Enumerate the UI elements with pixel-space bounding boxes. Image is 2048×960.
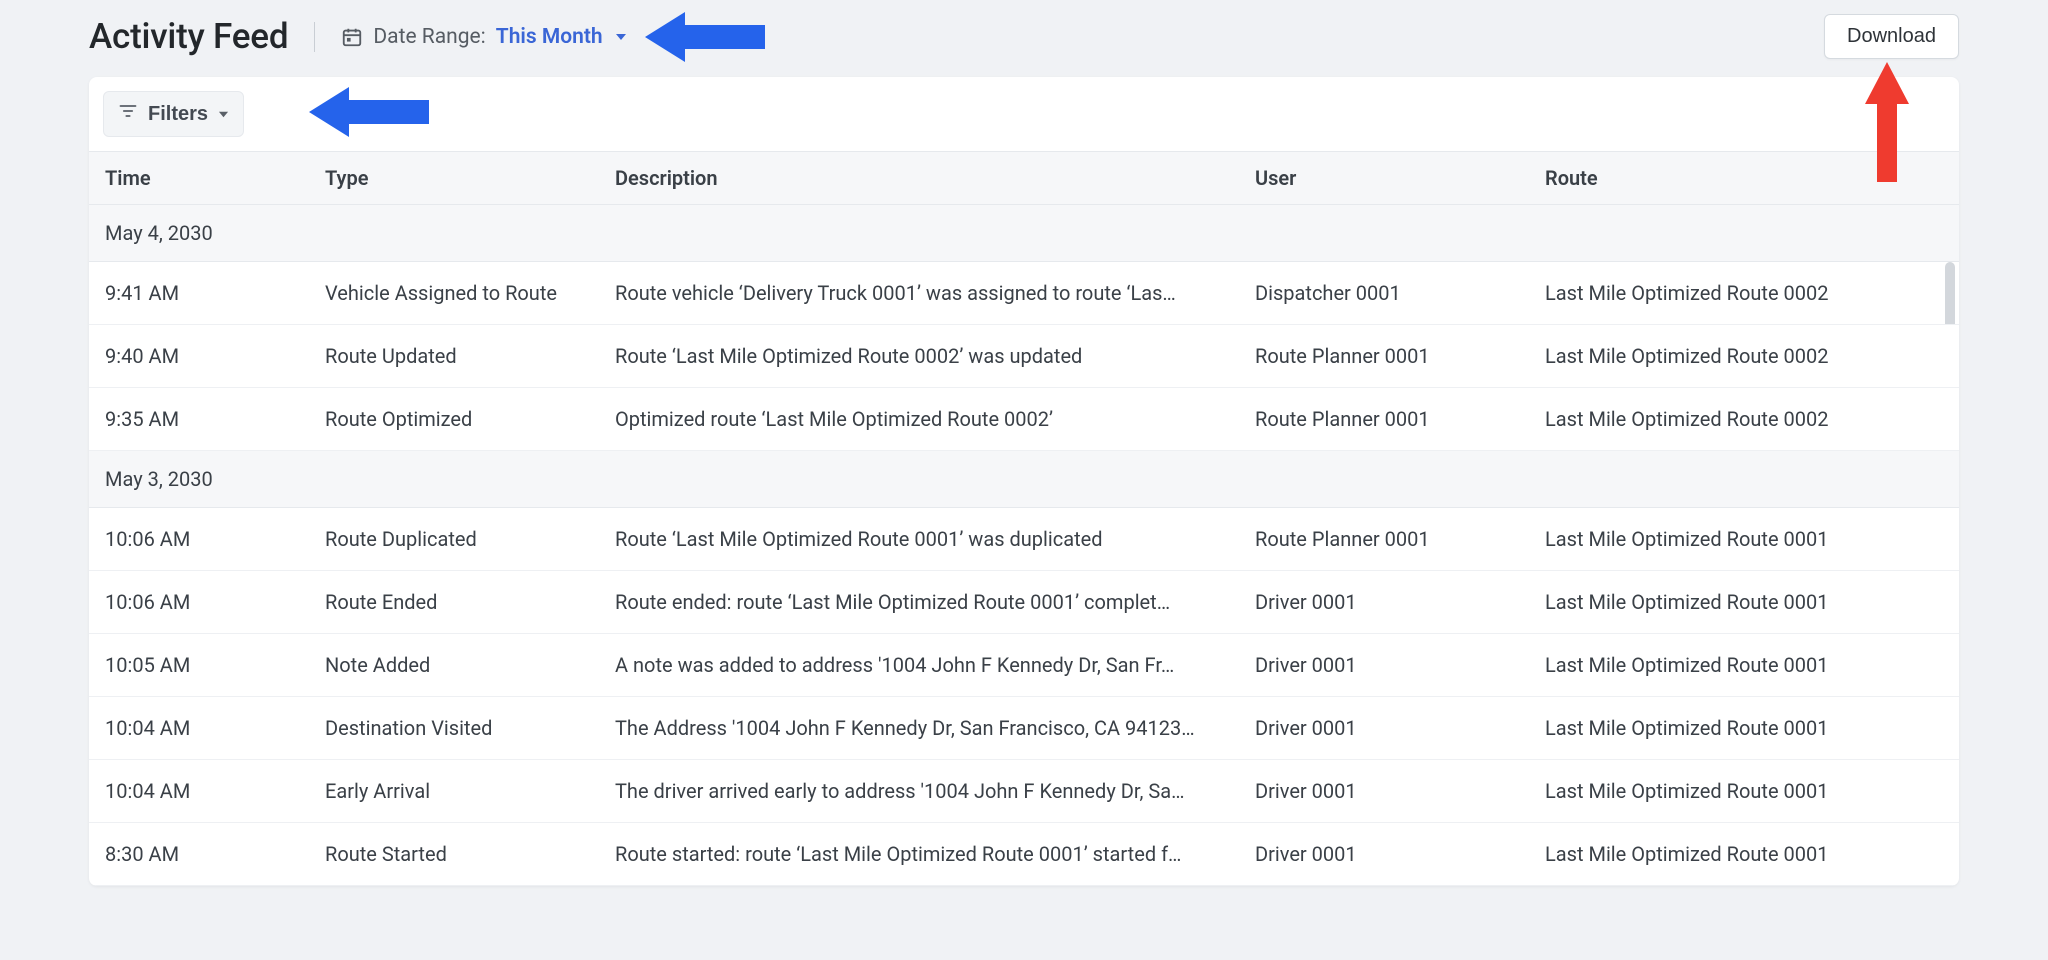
cell-description: Route ended: route ‘Last Mile Optimized … <box>599 571 1239 634</box>
cell-type: Route Duplicated <box>309 508 599 571</box>
col-header-scroll <box>1935 152 1959 205</box>
date-range-label: Date Range: <box>373 25 485 49</box>
cell-route: Last Mile Optimized Route 0001 <box>1529 508 1935 571</box>
scrollbar-track[interactable] <box>1935 388 1959 451</box>
cell-description: Route ‘Last Mile Optimized Route 0001’ w… <box>599 508 1239 571</box>
separator <box>314 22 315 52</box>
cell-time: 10:06 AM <box>89 508 309 571</box>
cell-route: Last Mile Optimized Route 0001 <box>1529 823 1935 886</box>
cell-type: Route Ended <box>309 571 599 634</box>
scrollbar-track[interactable] <box>1935 262 1959 325</box>
cell-route: Last Mile Optimized Route 0002 <box>1529 325 1935 388</box>
table-row[interactable]: 10:06 AMRoute DuplicatedRoute ‘Last Mile… <box>89 508 1959 571</box>
scrollbar-track[interactable] <box>1935 634 1959 697</box>
col-header-time[interactable]: Time <box>89 152 309 205</box>
table-header-row: Time Type Description User Route <box>89 152 1959 205</box>
cell-type: Destination Visited <box>309 697 599 760</box>
cell-description: A note was added to address '1004 John F… <box>599 634 1239 697</box>
cell-type: Early Arrival <box>309 760 599 823</box>
cell-time: 9:35 AM <box>89 388 309 451</box>
cell-description: The driver arrived early to address '100… <box>599 760 1239 823</box>
table-row[interactable]: 10:04 AMDestination VisitedThe Address '… <box>89 697 1959 760</box>
annotation-arrow-download <box>1865 62 1909 182</box>
cell-user: Route Planner 0001 <box>1239 508 1529 571</box>
activity-table: Time Type Description User Route May 4, … <box>89 152 1959 886</box>
table-row[interactable]: 10:05 AMNote AddedA note was added to ad… <box>89 634 1959 697</box>
cell-user: Driver 0001 <box>1239 823 1529 886</box>
cell-user: Route Planner 0001 <box>1239 325 1529 388</box>
annotation-arrow-date-range <box>645 8 765 66</box>
cell-time: 8:30 AM <box>89 823 309 886</box>
date-range-value: This Month <box>496 25 603 49</box>
scrollbar-track[interactable] <box>1935 697 1959 760</box>
cell-time: 9:40 AM <box>89 325 309 388</box>
cell-route: Last Mile Optimized Route 0002 <box>1529 388 1935 451</box>
table-row[interactable]: 10:06 AMRoute EndedRoute ended: route ‘L… <box>89 571 1959 634</box>
table-row[interactable]: 9:40 AMRoute UpdatedRoute ‘Last Mile Opt… <box>89 325 1959 388</box>
cell-route: Last Mile Optimized Route 0001 <box>1529 697 1935 760</box>
cell-user: Driver 0001 <box>1239 760 1529 823</box>
date-group-row: May 4, 2030 <box>89 205 1959 262</box>
download-button[interactable]: Download <box>1824 14 1959 59</box>
calendar-icon <box>341 26 363 48</box>
table-row[interactable]: 10:04 AMEarly ArrivalThe driver arrived … <box>89 760 1959 823</box>
table-row[interactable]: 9:35 AMRoute OptimizedOptimized route ‘L… <box>89 388 1959 451</box>
date-group-label: May 3, 2030 <box>89 451 1959 508</box>
page-title: Activity Feed <box>89 16 288 57</box>
date-group-row: May 3, 2030 <box>89 451 1959 508</box>
cell-user: Route Planner 0001 <box>1239 388 1529 451</box>
scrollbar-track[interactable] <box>1935 760 1959 823</box>
cell-type: Route Started <box>309 823 599 886</box>
cell-description: Optimized route ‘Last Mile Optimized Rou… <box>599 388 1239 451</box>
cell-user: Dispatcher 0001 <box>1239 262 1529 325</box>
col-header-description[interactable]: Description <box>599 152 1239 205</box>
date-range-dropdown[interactable]: Date Range: This Month <box>341 25 626 49</box>
cell-route: Last Mile Optimized Route 0001 <box>1529 760 1935 823</box>
cell-route: Last Mile Optimized Route 0001 <box>1529 634 1935 697</box>
scrollbar-track[interactable] <box>1935 571 1959 634</box>
cell-time: 10:04 AM <box>89 697 309 760</box>
cell-time: 9:41 AM <box>89 262 309 325</box>
cell-description: The Address '1004 John F Kennedy Dr, San… <box>599 697 1239 760</box>
scrollbar-track[interactable] <box>1935 325 1959 388</box>
cell-user: Driver 0001 <box>1239 571 1529 634</box>
cell-time: 10:05 AM <box>89 634 309 697</box>
table-row[interactable]: 9:41 AMVehicle Assigned to RouteRoute ve… <box>89 262 1959 325</box>
table-row[interactable]: 8:30 AMRoute StartedRoute started: route… <box>89 823 1959 886</box>
annotation-arrow-filters <box>309 83 429 141</box>
filter-icon <box>118 101 138 127</box>
filters-button[interactable]: Filters <box>103 91 244 137</box>
activity-panel: Filters Time Type Description User <box>89 77 1959 886</box>
cell-user: Driver 0001 <box>1239 634 1529 697</box>
scrollbar-track[interactable] <box>1935 823 1959 886</box>
cell-route: Last Mile Optimized Route 0001 <box>1529 571 1935 634</box>
cell-description: Route started: route ‘Last Mile Optimize… <box>599 823 1239 886</box>
scrollbar-thumb[interactable] <box>1945 262 1955 325</box>
cell-type: Route Updated <box>309 325 599 388</box>
chevron-down-icon <box>218 103 229 126</box>
date-group-label: May 4, 2030 <box>89 205 1959 262</box>
scrollbar-track[interactable] <box>1935 508 1959 571</box>
cell-type: Note Added <box>309 634 599 697</box>
cell-time: 10:04 AM <box>89 760 309 823</box>
chevron-down-icon <box>615 25 627 49</box>
cell-time: 10:06 AM <box>89 571 309 634</box>
filters-label: Filters <box>148 103 208 126</box>
cell-description: Route vehicle ‘Delivery Truck 0001’ was … <box>599 262 1239 325</box>
col-header-user[interactable]: User <box>1239 152 1529 205</box>
cell-user: Driver 0001 <box>1239 697 1529 760</box>
cell-description: Route ‘Last Mile Optimized Route 0002’ w… <box>599 325 1239 388</box>
cell-type: Route Optimized <box>309 388 599 451</box>
col-header-type[interactable]: Type <box>309 152 599 205</box>
cell-route: Last Mile Optimized Route 0002 <box>1529 262 1935 325</box>
cell-type: Vehicle Assigned to Route <box>309 262 599 325</box>
